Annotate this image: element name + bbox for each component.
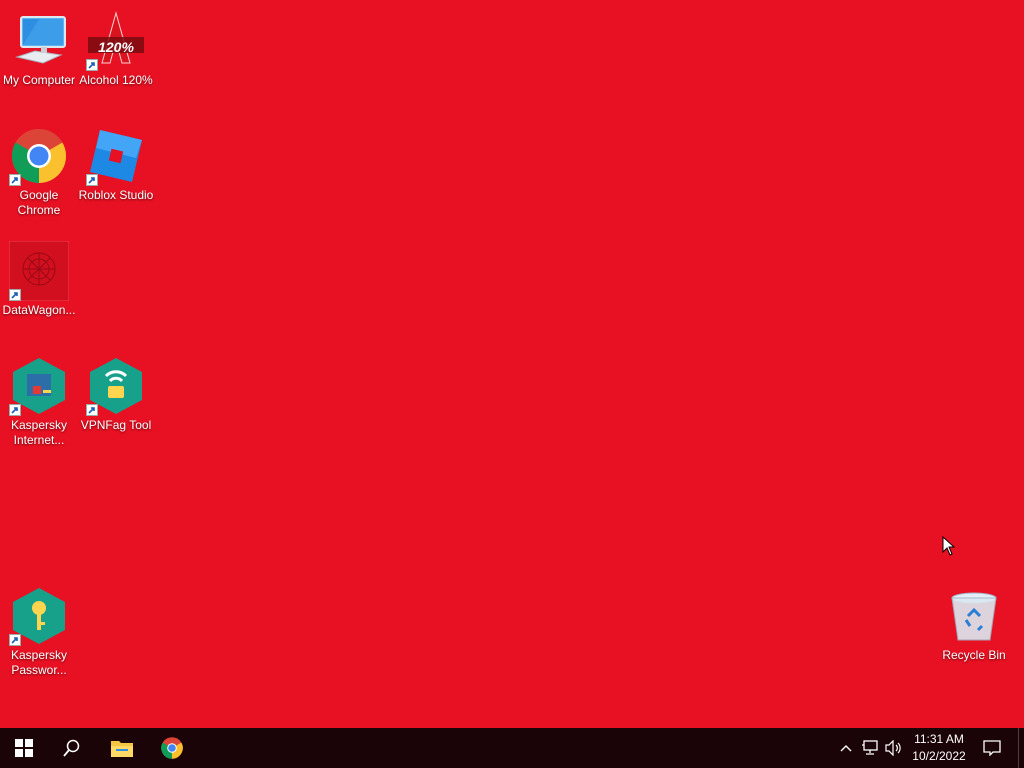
start-icon xyxy=(15,739,33,757)
desktop-icon-label: Kaspersky Internet... xyxy=(10,418,68,447)
search-icon xyxy=(63,739,80,757)
action-center-button[interactable] xyxy=(976,728,1008,768)
chrome-icon xyxy=(9,126,69,186)
taskbar: 11:31 AM 10/2/2022 xyxy=(0,728,1024,768)
chevron-up-icon xyxy=(840,745,852,752)
volume-icon xyxy=(885,740,901,756)
desktop-icon-label: Roblox Studio xyxy=(78,188,154,202)
vpn-tool-icon xyxy=(86,356,146,416)
kaspersky-internet-icon xyxy=(9,356,69,416)
chrome-taskbar-button[interactable] xyxy=(148,728,196,768)
desktop-icon-datawagon[interactable]: DataWagon... xyxy=(0,233,78,318)
shortcut-arrow-icon xyxy=(9,289,21,301)
desktop-icon-kaspersky-password[interactable]: Kaspersky Passwor... xyxy=(0,578,78,678)
alcohol-120-icon-text: 120% xyxy=(98,39,134,55)
desktop-icon-label: Kaspersky Passwor... xyxy=(10,648,68,677)
desktop-icon-recycle-bin[interactable]: Recycle Bin xyxy=(935,578,1013,663)
notification-icon xyxy=(983,740,1001,756)
shortcut-arrow-icon xyxy=(9,404,21,416)
desktop-icon-label: Alcohol 120% xyxy=(79,73,153,87)
shortcut-arrow-icon xyxy=(86,174,98,186)
show-hidden-icons-button[interactable] xyxy=(836,728,856,768)
file-explorer-icon xyxy=(111,741,133,757)
roblox-studio-icon xyxy=(86,126,146,186)
mouse-cursor-icon xyxy=(942,535,956,561)
desktop-icon-label: DataWagon... xyxy=(2,303,76,317)
search-button[interactable] xyxy=(48,728,96,768)
show-desktop-button[interactable] xyxy=(1018,728,1024,768)
network-button[interactable] xyxy=(858,728,882,768)
taskbar-clock[interactable]: 11:31 AM 10/2/2022 xyxy=(906,731,972,765)
desktop-icon-my-computer[interactable]: My Computer xyxy=(0,3,78,88)
desktop-icon-label: Google Chrome xyxy=(17,188,61,217)
start-button[interactable] xyxy=(0,728,48,768)
alcohol-120-icon: 120% xyxy=(86,11,146,71)
datawagon-icon xyxy=(8,240,70,302)
shortcut-arrow-icon xyxy=(9,634,21,646)
computer-icon xyxy=(9,11,69,71)
recycle-bin-icon xyxy=(944,586,1004,646)
shortcut-arrow-icon xyxy=(86,404,98,416)
clock-time: 11:31 AM xyxy=(914,732,964,746)
chrome-icon xyxy=(161,737,183,759)
desktop-icon-google-chrome[interactable]: Google Chrome xyxy=(0,118,78,218)
desktop-icon-roblox-studio[interactable]: Roblox Studio xyxy=(77,118,155,203)
desktop-icon-label: My Computer xyxy=(2,73,76,87)
kaspersky-password-icon xyxy=(9,586,69,646)
desktop-icon-label: VPNFag Tool xyxy=(80,418,152,432)
desktop-icon-alcohol-120[interactable]: 120% Alcohol 120% xyxy=(77,3,155,88)
shortcut-arrow-icon xyxy=(9,174,21,186)
network-icon xyxy=(862,740,878,755)
desktop-icon-kaspersky-internet[interactable]: Kaspersky Internet... xyxy=(0,348,78,448)
volume-button[interactable] xyxy=(882,728,906,768)
desktop-icon-vpn-tool[interactable]: VPNFag Tool xyxy=(77,348,155,433)
shortcut-arrow-icon xyxy=(86,59,98,71)
desktop: My Computer 120% Alcohol 120% Google Chr… xyxy=(0,0,1024,728)
file-explorer-button[interactable] xyxy=(98,728,146,768)
clock-date: 10/2/2022 xyxy=(912,749,966,763)
desktop-icon-label: Recycle Bin xyxy=(942,648,1006,662)
